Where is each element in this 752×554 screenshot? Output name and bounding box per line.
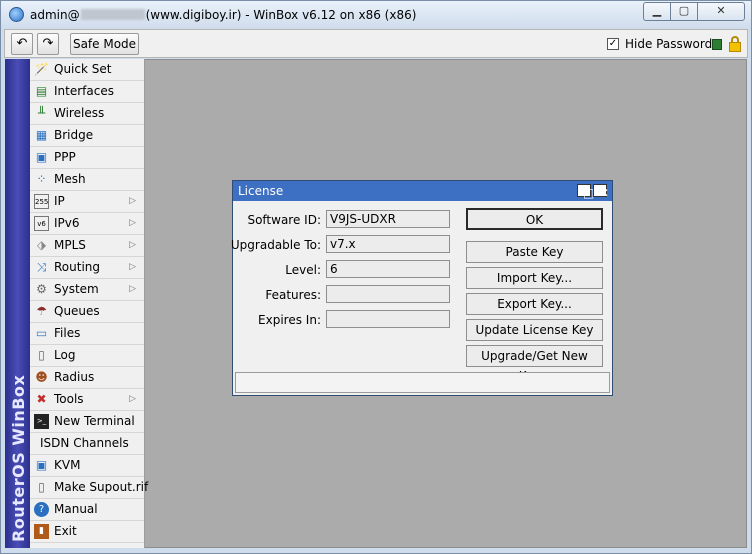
menu-item-make-supout[interactable]: ▯ Make Supout.rif [30, 477, 148, 499]
menu-item-ppp[interactable]: ▣ PPP [30, 147, 144, 169]
menu-item-kvm[interactable]: ▣ KVM [30, 455, 144, 477]
files-folder-icon: ▭ [35, 326, 48, 340]
menu-item-bridge[interactable]: ▦ Bridge [30, 125, 144, 147]
routing-icon: ⤨ [36, 260, 47, 274]
maximize-icon: ▢ [678, 4, 690, 17]
maximize-button[interactable]: ▢ [670, 2, 698, 21]
mpls-icon: ⬗ [36, 238, 47, 252]
dialog-close-button[interactable]: ✕ [593, 184, 610, 200]
routeros-brand-bar: RouterOS WinBox [5, 59, 30, 548]
main-toolbar: ↶ ↷ Safe Mode ✓ Hide Passwords [4, 29, 748, 58]
minimize-icon: ▁ [652, 4, 662, 17]
title-bar[interactable]: admin@ (www.digiboy.ir) - WinBox v6.12 on… [1, 1, 751, 29]
expires-in-field[interactable] [326, 310, 450, 328]
license-dialog-title-bar[interactable]: License □ ✕ [233, 181, 612, 201]
ok-button[interactable]: OK [466, 208, 603, 230]
submenu-arrow-icon: ▷ [129, 196, 136, 206]
queues-icon: ☂ [36, 304, 47, 318]
menu-item-mesh[interactable]: ⁘ Mesh [30, 169, 144, 191]
expires-in-label: Expires In: [258, 313, 321, 327]
interfaces-icon: ▤ [35, 84, 48, 98]
dialog-maximize-button[interactable]: □ [577, 184, 594, 199]
bridge-icon: ▦ [35, 128, 48, 142]
features-label: Features: [265, 288, 321, 302]
menu-item-interfaces[interactable]: ▤ Interfaces [30, 81, 144, 103]
mesh-icon: ⁘ [36, 172, 47, 186]
safe-mode-button[interactable]: Safe Mode [70, 33, 139, 55]
menu-item-isdn-channels[interactable]: ISDN Channels [30, 433, 144, 455]
redo-button[interactable]: ↷ [37, 33, 59, 55]
menu-item-ip[interactable]: 255 IP ▷ [30, 191, 144, 213]
title-rest: (www.digiboy.ir) - WinBox v6.12 on x86 (… [145, 8, 417, 22]
menu-item-log[interactable]: ▯ Log [30, 345, 144, 367]
menu-item-manual[interactable]: ? Manual [30, 499, 144, 521]
upgrade-get-new-key-button[interactable]: Upgrade/Get New Key... [466, 345, 603, 383]
radius-icon: ☻ [35, 370, 48, 384]
update-license-key-button[interactable]: Update License Key [466, 319, 603, 341]
dialog-status-bar [235, 372, 610, 393]
menu-item-tools[interactable]: ✖ Tools ▷ [30, 389, 144, 411]
software-id-field[interactable]: V9JS-UDXR [326, 210, 450, 228]
menu-item-system[interactable]: ⚙ System ▷ [30, 279, 144, 301]
menu-item-radius[interactable]: ☻ Radius [30, 367, 144, 389]
close-icon: ✕ [716, 4, 726, 17]
menu-item-quick-set[interactable]: 🪄 Quick Set [30, 59, 144, 81]
quick-set-icon: 🪄 [34, 62, 49, 76]
upgradable-to-field[interactable]: v7.x [326, 235, 450, 253]
window-title: admin@ (www.digiboy.ir) - WinBox v6.12 on… [30, 8, 416, 22]
features-field[interactable] [326, 285, 450, 303]
submenu-arrow-icon: ▷ [129, 262, 136, 272]
brand-text: RouterOS WinBox [9, 374, 28, 542]
software-id-label: Software ID: [247, 213, 321, 227]
main-menu: 🪄 Quick Set ▤ Interfaces ╨ Wireless ▦ Bridge… [30, 59, 148, 548]
terminal-icon: >_ [34, 414, 49, 429]
winbox-app-icon [9, 7, 24, 22]
system-gear-icon: ⚙ [36, 282, 47, 296]
dialog-close-icon: ✕ [599, 186, 610, 200]
redo-icon: ↷ [42, 36, 54, 51]
exit-door-icon: ▮ [34, 524, 49, 539]
menu-item-mpls[interactable]: ⬗ MPLS ▷ [30, 235, 144, 257]
ip-icon: 255 [34, 194, 49, 209]
import-key-button[interactable]: Import Key... [466, 267, 603, 289]
hide-passwords-label: Hide Passwords [625, 37, 719, 51]
menu-item-new-terminal[interactable]: >_ New Terminal [30, 411, 144, 433]
undo-button[interactable]: ↶ [11, 33, 33, 55]
supout-icon: ▯ [38, 480, 45, 494]
submenu-arrow-icon: ▷ [129, 218, 136, 228]
log-icon: ▯ [38, 348, 45, 362]
connection-status-icon [712, 39, 722, 50]
hide-passwords-checkbox[interactable]: ✓ [607, 38, 619, 50]
menu-item-files[interactable]: ▭ Files [30, 323, 144, 345]
ipv6-icon: v6 [34, 216, 49, 231]
submenu-arrow-icon: ▷ [129, 394, 136, 404]
level-field[interactable]: 6 [326, 260, 450, 278]
menu-item-routing[interactable]: ⤨ Routing ▷ [30, 257, 144, 279]
wireless-icon: ╨ [37, 106, 46, 120]
submenu-arrow-icon: ▷ [129, 240, 136, 250]
lock-icon [729, 36, 741, 52]
submenu-arrow-icon: ▷ [129, 284, 136, 294]
paste-key-button[interactable]: Paste Key [466, 241, 603, 263]
menu-item-ipv6[interactable]: v6 IPv6 ▷ [30, 213, 144, 235]
level-label: Level: [285, 263, 321, 277]
minimize-button[interactable]: ▁ [643, 2, 671, 21]
menu-item-wireless[interactable]: ╨ Wireless [30, 103, 144, 125]
title-user: admin@ [30, 8, 80, 22]
tools-icon: ✖ [36, 392, 47, 406]
help-icon: ? [34, 502, 49, 517]
license-dialog: License □ ✕ Software ID: V9JS-UDXR Upgra… [231, 180, 613, 396]
license-dialog-title: License [238, 184, 284, 198]
kvm-icon: ▣ [35, 458, 48, 472]
menu-item-queues[interactable]: ☂ Queues [30, 301, 144, 323]
export-key-button[interactable]: Export Key... [466, 293, 603, 315]
menu-item-exit[interactable]: ▮ Exit [30, 521, 144, 543]
upgradable-to-label: Upgradable To: [230, 238, 321, 252]
close-button[interactable]: ✕ [697, 2, 745, 21]
ppp-icon: ▣ [35, 150, 48, 164]
redacted-host [80, 9, 145, 20]
undo-icon: ↶ [16, 36, 28, 51]
